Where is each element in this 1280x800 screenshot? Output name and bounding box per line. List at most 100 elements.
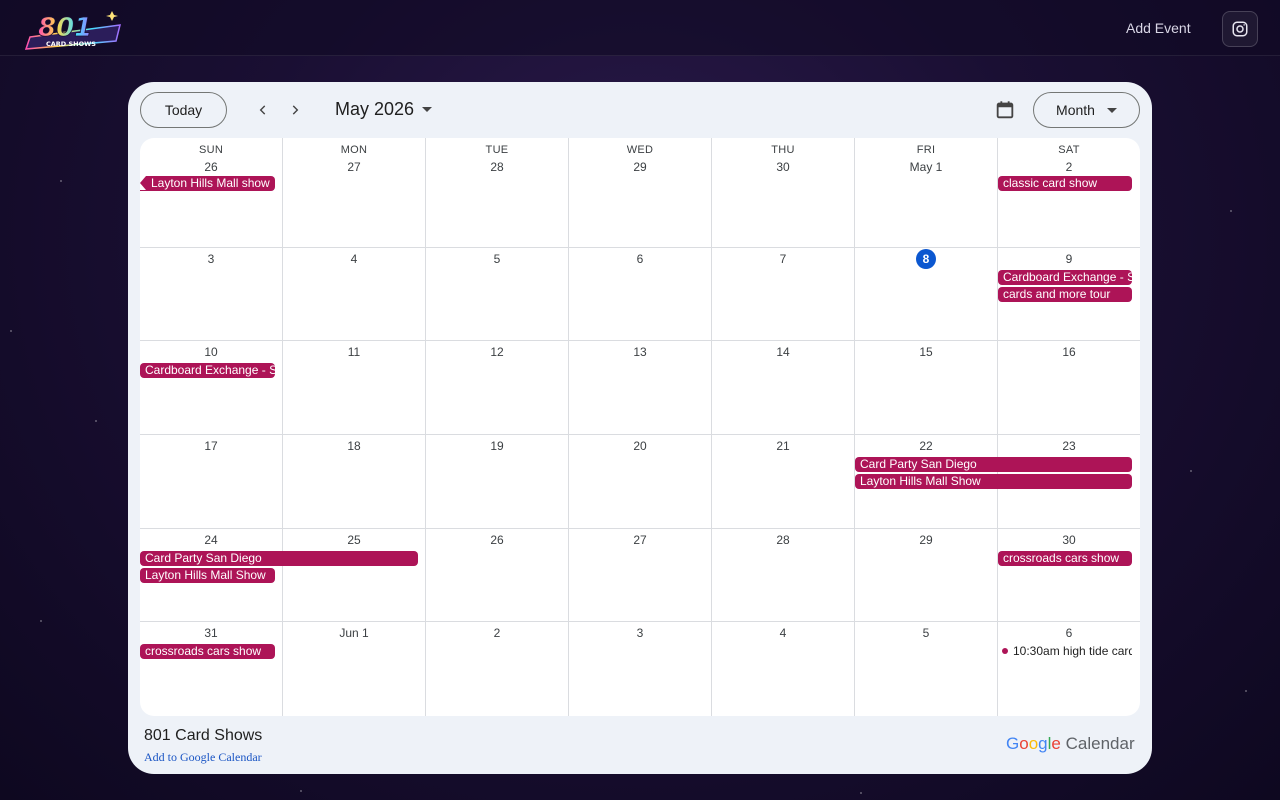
event-crossroads-cars-show[interactable]: crossroads cars show [140,644,275,659]
day-cell[interactable]: SUN 26 [140,138,283,248]
day-cell[interactable]: 4 [712,622,855,716]
day-cell[interactable]: 28 [712,529,855,622]
date-number[interactable]: 17 [201,436,221,456]
date-number[interactable]: 4 [773,623,793,643]
date-number[interactable]: 21 [773,436,793,456]
day-cell[interactable]: 20 [569,435,712,529]
date-number[interactable]: 7 [773,249,793,269]
next-month-button[interactable] [281,96,309,124]
date-number[interactable]: 13 [630,342,650,362]
today-button[interactable]: Today [140,92,227,128]
day-cell[interactable]: 27 [569,529,712,622]
date-number[interactable]: 3 [630,623,650,643]
date-number[interactable]: 12 [487,342,507,362]
date-number[interactable]: 14 [773,342,793,362]
date-number[interactable]: 26 [487,530,507,550]
day-cell[interactable]: 7 [712,248,855,341]
date-number[interactable]: 31 [201,623,221,643]
day-cell[interactable]: 25 [283,529,426,622]
801-card-shows-logo[interactable]: 801 CARD SHOWS [24,5,124,53]
today-date-number[interactable]: 8 [916,249,936,269]
calendar-icon[interactable] [994,99,1016,121]
day-cell[interactable]: TUE 28 [426,138,569,248]
date-number[interactable]: 20 [630,436,650,456]
event-card-party-san-diego[interactable]: Card Party San Diego [855,457,1132,472]
day-cell[interactable]: 13 [569,341,712,435]
date-number[interactable]: 5 [487,249,507,269]
date-number[interactable]: Jun 1 [339,623,368,643]
day-cell[interactable]: SAT 2 [998,138,1140,248]
date-number[interactable]: 16 [1059,342,1079,362]
date-number[interactable]: 29 [630,157,650,177]
day-cell[interactable]: Jun 1 [283,622,426,716]
day-cell[interactable]: 3 [140,248,283,341]
date-number[interactable]: 18 [344,436,364,456]
event-layton-hills-mall-show[interactable]: Layton Hills Mall show [140,176,275,191]
day-cell[interactable]: 31 [140,622,283,716]
day-cell[interactable]: 26 [426,529,569,622]
day-cell[interactable]: 12 [426,341,569,435]
day-cell[interactable]: 5 [426,248,569,341]
day-cell[interactable]: 8 [855,248,998,341]
day-cell[interactable]: 19 [426,435,569,529]
google-calendar-brand[interactable]: Google Calendar [1006,734,1135,754]
date-number[interactable]: 24 [201,530,221,550]
date-number[interactable]: 15 [916,342,936,362]
date-number[interactable]: 4 [344,249,364,269]
add-to-google-calendar-link[interactable]: Add to Google Calendar [144,750,262,765]
day-cell[interactable]: 10 [140,341,283,435]
day-cell[interactable]: 11 [283,341,426,435]
date-number[interactable]: 30 [1059,530,1079,550]
day-cell[interactable]: 14 [712,341,855,435]
date-number[interactable]: 11 [344,342,364,362]
event-card-party-san-diego[interactable]: Card Party San Diego [140,551,418,566]
date-number[interactable]: 29 [916,530,936,550]
day-cell[interactable]: 15 [855,341,998,435]
date-number[interactable]: 30 [773,157,793,177]
timed-event-10-30am-high-tide-cards[interactable]: 10:30am high tide cards [998,644,1132,659]
date-number[interactable]: 6 [630,249,650,269]
day-cell[interactable]: 29 [855,529,998,622]
date-number[interactable]: 25 [344,530,364,550]
date-number[interactable]: 22 [916,436,936,456]
date-number[interactable]: 9 [1059,249,1079,269]
date-number[interactable]: 5 [916,623,936,643]
day-cell[interactable]: 6 [569,248,712,341]
day-cell[interactable]: 21 [712,435,855,529]
date-number[interactable]: 2 [1059,157,1079,177]
event-layton-hills-mall-show[interactable]: Layton Hills Mall Show [855,474,1132,489]
event-cardboard-exchange-slc[interactable]: Cardboard Exchange - SLC [998,270,1132,285]
event-cardboard-exchange-slc[interactable]: Cardboard Exchange - SLC [140,363,275,378]
event-cards-and-more-tour[interactable]: cards and more tour [998,287,1132,302]
date-number[interactable]: 26 [201,157,221,177]
date-number[interactable]: 28 [487,157,507,177]
add-event-link[interactable]: Add Event [1126,20,1191,36]
date-number[interactable]: 27 [344,157,364,177]
day-cell[interactable]: WED 29 [569,138,712,248]
day-cell[interactable]: 6 [998,622,1140,716]
date-number[interactable]: 6 [1059,623,1079,643]
day-cell[interactable]: FRI May 1 [855,138,998,248]
day-cell[interactable]: 17 [140,435,283,529]
day-cell[interactable]: 3 [569,622,712,716]
view-selector[interactable]: Month [1033,92,1140,128]
day-cell[interactable]: 16 [998,341,1140,435]
date-number[interactable]: 23 [1059,436,1079,456]
date-number[interactable]: 2 [487,623,507,643]
previous-month-button[interactable] [249,96,277,124]
event-crossroads-cars-show[interactable]: crossroads cars show [998,551,1132,566]
day-cell[interactable]: 2 [426,622,569,716]
date-number[interactable]: 3 [201,249,221,269]
event-layton-hills-mall-show[interactable]: Layton Hills Mall Show [140,568,275,583]
date-number[interactable]: May 1 [910,157,943,177]
date-number[interactable]: 19 [487,436,507,456]
day-cell[interactable]: 18 [283,435,426,529]
event-classic-card-show[interactable]: classic card show [998,176,1132,191]
date-number[interactable]: 10 [201,342,221,362]
date-number[interactable]: 28 [773,530,793,550]
day-cell[interactable]: 30 [998,529,1140,622]
instagram-button[interactable] [1222,11,1258,47]
day-cell[interactable]: 4 [283,248,426,341]
month-selector[interactable]: May 2026 [335,99,433,120]
date-number[interactable]: 27 [630,530,650,550]
